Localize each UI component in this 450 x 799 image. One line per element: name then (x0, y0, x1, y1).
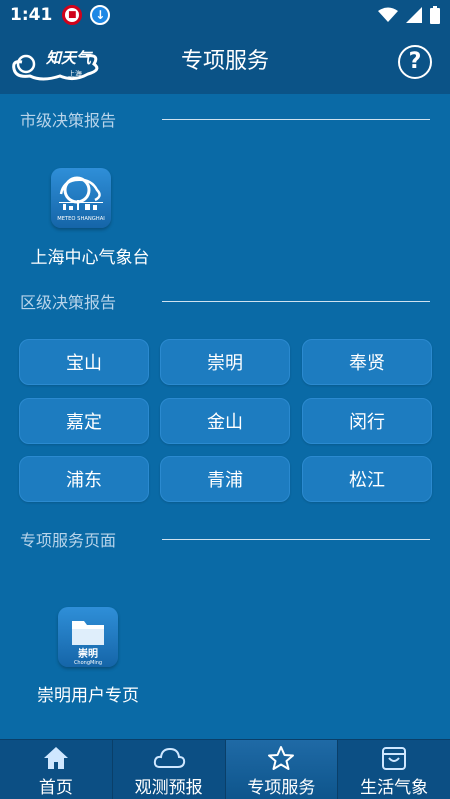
tab-life-weather[interactable]: 生活气象 (337, 740, 450, 799)
shanghai-meteo-app-label[interactable]: 上海中心气象台 (10, 243, 170, 268)
section-divider (162, 539, 430, 540)
tab-observation-forecast[interactable]: 观测预报 (111, 740, 225, 799)
tab-special-services[interactable]: 专项服务 (224, 740, 338, 799)
chongming-app-icon[interactable]: 崇明 ChongMing (58, 607, 118, 667)
district-button-fengxian[interactable]: 奉贤 (302, 339, 432, 385)
section-divider (162, 301, 430, 302)
district-button-jinshan[interactable]: 金山 (160, 398, 290, 444)
help-button[interactable]: ? (398, 45, 432, 79)
star-icon (268, 746, 295, 770)
tab-label: 观测预报 (134, 778, 203, 798)
bottom-nav: 首页 观测预报 专项服务 生活气象 (0, 739, 450, 799)
section-label: 区级决策报告 (20, 293, 117, 312)
section-district-reports: 区级决策报告 (0, 286, 450, 316)
bag-icon (382, 747, 407, 770)
district-button-baoshan[interactable]: 宝山 (19, 339, 149, 385)
district-button-chongming[interactable]: 崇明 (160, 339, 290, 385)
download-icon: ↓ (90, 5, 111, 25)
tab-label: 生活气象 (360, 778, 429, 798)
page-title: 专项服务 (180, 49, 269, 74)
district-button-qingpu[interactable]: 青浦 (160, 456, 290, 502)
section-divider (162, 119, 430, 120)
svg-text:METEO SHANGHAI: METEO SHANGHAI (57, 216, 105, 222)
tab-home[interactable]: 首页 (0, 740, 112, 799)
shanghai-meteo-app-icon[interactable]: METEO SHANGHAI (51, 168, 111, 228)
section-city-reports: 市级决策报告 (0, 104, 450, 134)
chongming-app-label[interactable]: 崇明用户专页 (8, 681, 168, 706)
status-time: 1:41 (10, 5, 53, 25)
tab-label: 首页 (38, 778, 73, 798)
battery-icon (430, 6, 440, 24)
section-special-pages: 专项服务页面 (0, 524, 450, 554)
wifi-icon (378, 7, 398, 22)
app-bar: 知天气 上海 专项服务 ? (0, 30, 450, 94)
status-bar: 1:41 ■ ↓ (0, 0, 450, 30)
district-button-songjiang[interactable]: 松江 (302, 456, 432, 502)
signal-icon (406, 7, 422, 23)
section-label: 专项服务页面 (20, 531, 117, 550)
section-label: 市级决策报告 (20, 111, 117, 130)
cloud-icon (153, 747, 185, 768)
district-button-jiading[interactable]: 嘉定 (19, 398, 149, 444)
tab-label: 专项服务 (247, 778, 316, 798)
district-button-minhang[interactable]: 闵行 (302, 398, 432, 444)
home-icon (43, 747, 68, 769)
svg-text:崇明: 崇明 (78, 647, 98, 660)
carrier-icon: ■ (62, 5, 83, 25)
district-button-pudong[interactable]: 浦东 (19, 456, 149, 502)
svg-text:ChongMing: ChongMing (74, 660, 102, 666)
